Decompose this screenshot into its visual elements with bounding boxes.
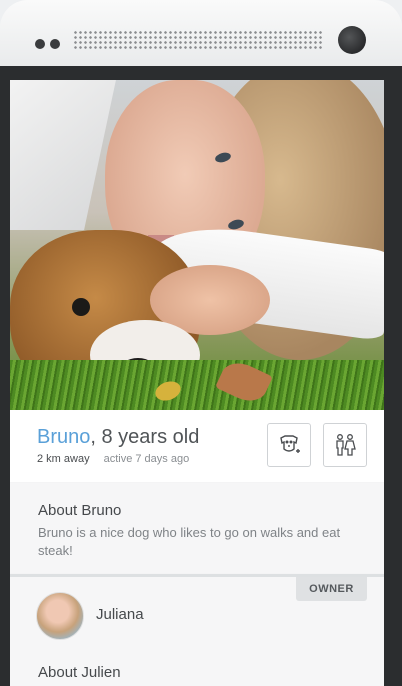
sensor-dots (35, 39, 60, 49)
owner-name[interactable]: Juliana (96, 606, 144, 623)
about-dog-body: Bruno is a nice dog who likes to go on w… (38, 525, 341, 558)
profile-title: Bruno, 8 years old (37, 426, 199, 449)
owner-badge: OWNER (296, 577, 367, 601)
dog-age: , 8 years old (90, 426, 200, 448)
distance-label: 2 km away (37, 453, 90, 465)
phone-top-bezel (0, 0, 402, 66)
dog-add-icon (280, 435, 300, 453)
about-dog-section: About Bruno Bruno is a nice dog who like… (10, 483, 384, 573)
about-owner-title: About Julien (38, 664, 121, 681)
phone-frame: Bruno, 8 years old 2 km away active 7 da… (0, 0, 402, 686)
add-dog-button[interactable] (267, 423, 311, 467)
last-active-label: active 7 days ago (103, 453, 190, 465)
couple-button[interactable] (323, 423, 367, 467)
earpiece-speaker (73, 30, 323, 50)
about-dog-title: About Bruno (38, 502, 122, 519)
couple-icon (336, 434, 356, 456)
profile-photo[interactable] (10, 80, 384, 410)
front-camera (338, 26, 366, 54)
owner-avatar[interactable] (36, 592, 84, 640)
dog-name: Bruno (37, 426, 91, 448)
profile-meta: 2 km away active 7 days ago (37, 453, 189, 465)
